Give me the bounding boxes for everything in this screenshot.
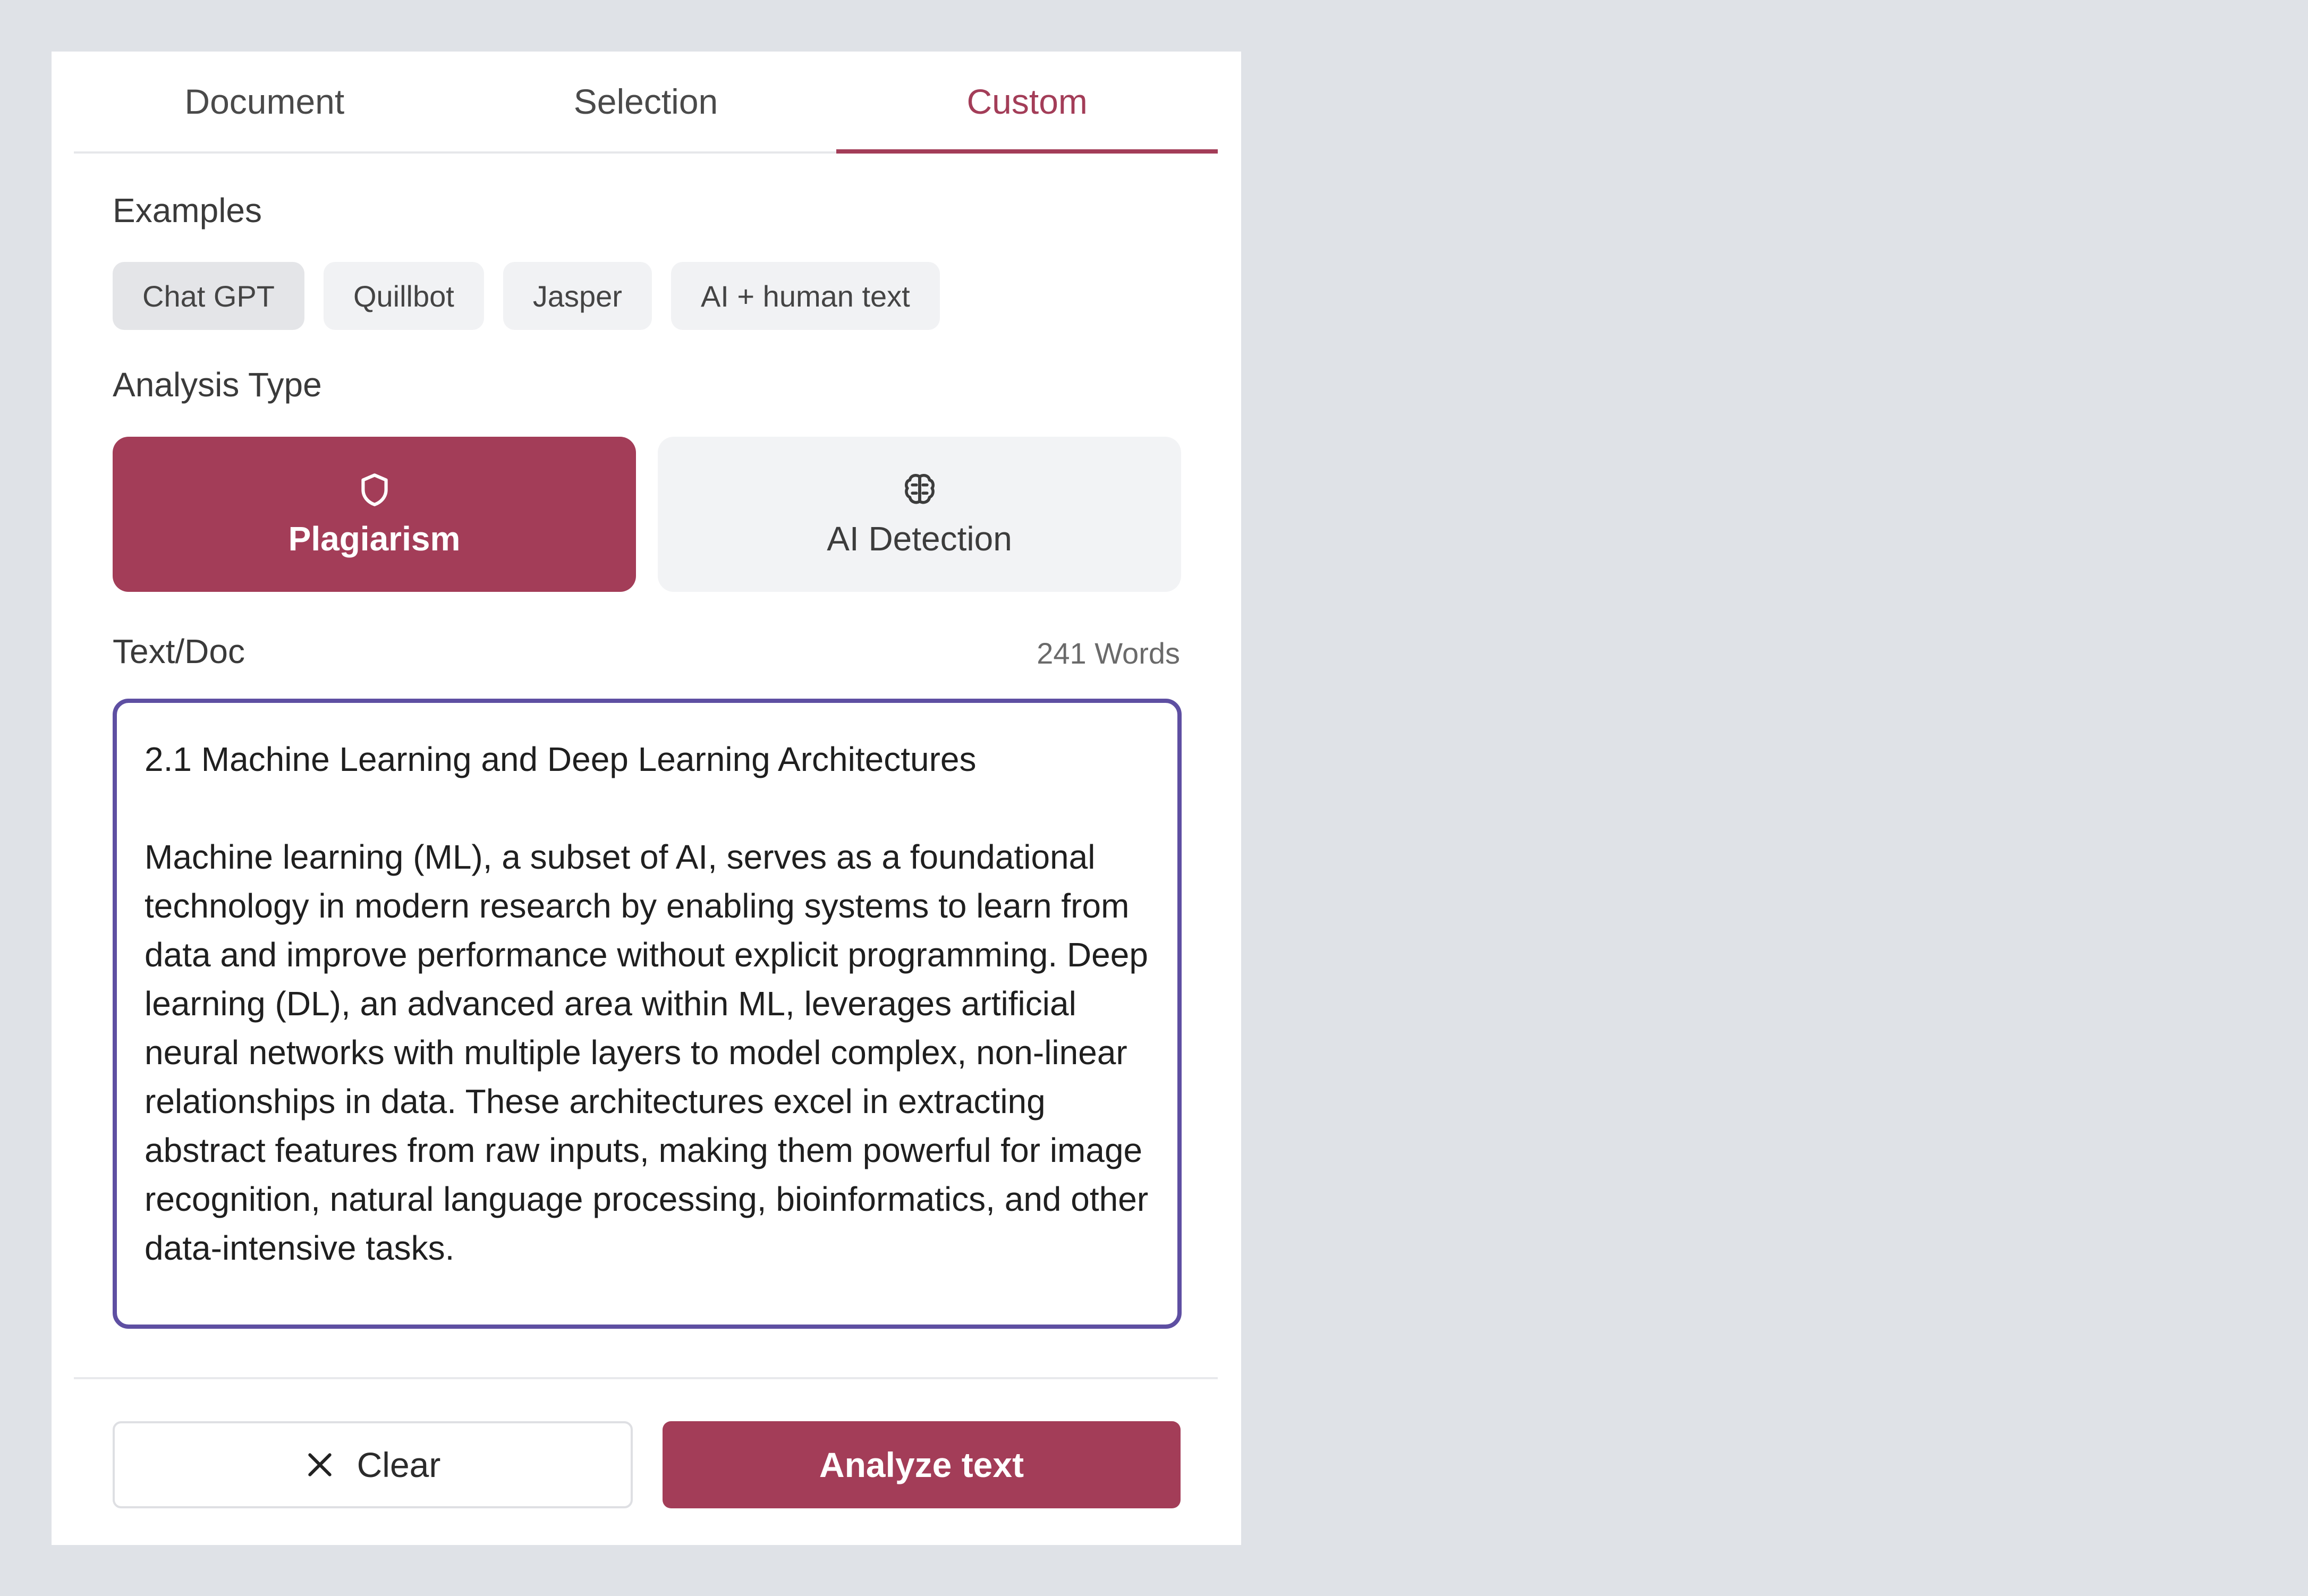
- divider: [74, 1377, 1218, 1379]
- example-chip-ai-human[interactable]: AI + human text: [671, 262, 940, 330]
- word-count: 241 Words: [1037, 636, 1180, 670]
- tab-bar: Document Selection Custom: [74, 52, 1218, 154]
- analysis-type-label: Analysis Type: [113, 366, 322, 404]
- ai-detection-label: AI Detection: [827, 520, 1012, 558]
- text-body: Machine learning (ML), a subset of AI, s…: [145, 838, 1149, 1267]
- example-chip-quillbot[interactable]: Quillbot: [323, 262, 484, 330]
- ai-detection-option[interactable]: AI Detection: [658, 437, 1181, 592]
- analysis-panel: Document Selection Custom Examples Chat …: [52, 52, 1241, 1545]
- clear-label: Clear: [357, 1445, 441, 1484]
- close-icon: [308, 1453, 332, 1476]
- shield-icon: [361, 473, 388, 506]
- clear-button[interactable]: Clear: [113, 1421, 633, 1508]
- example-chip-jasper[interactable]: Jasper: [503, 262, 652, 330]
- text-doc-label: Text/Doc: [113, 632, 245, 670]
- analyze-text-button[interactable]: Analyze text: [663, 1421, 1181, 1508]
- tab-document[interactable]: Document: [74, 52, 455, 151]
- text-input-area[interactable]: 2.1 Machine Learning and Deep Learning A…: [113, 699, 1182, 1329]
- example-chip-chatgpt[interactable]: Chat GPT: [113, 262, 304, 330]
- brain-icon: [904, 474, 935, 504]
- tab-custom[interactable]: Custom: [836, 52, 1218, 154]
- tab-selection[interactable]: Selection: [455, 52, 837, 151]
- plagiarism-option[interactable]: Plagiarism: [113, 437, 636, 592]
- plagiarism-label: Plagiarism: [288, 520, 461, 558]
- text-heading: 2.1 Machine Learning and Deep Learning A…: [145, 740, 977, 778]
- examples-label: Examples: [113, 191, 262, 230]
- example-chips: Chat GPT Quillbot Jasper AI + human text: [113, 262, 940, 330]
